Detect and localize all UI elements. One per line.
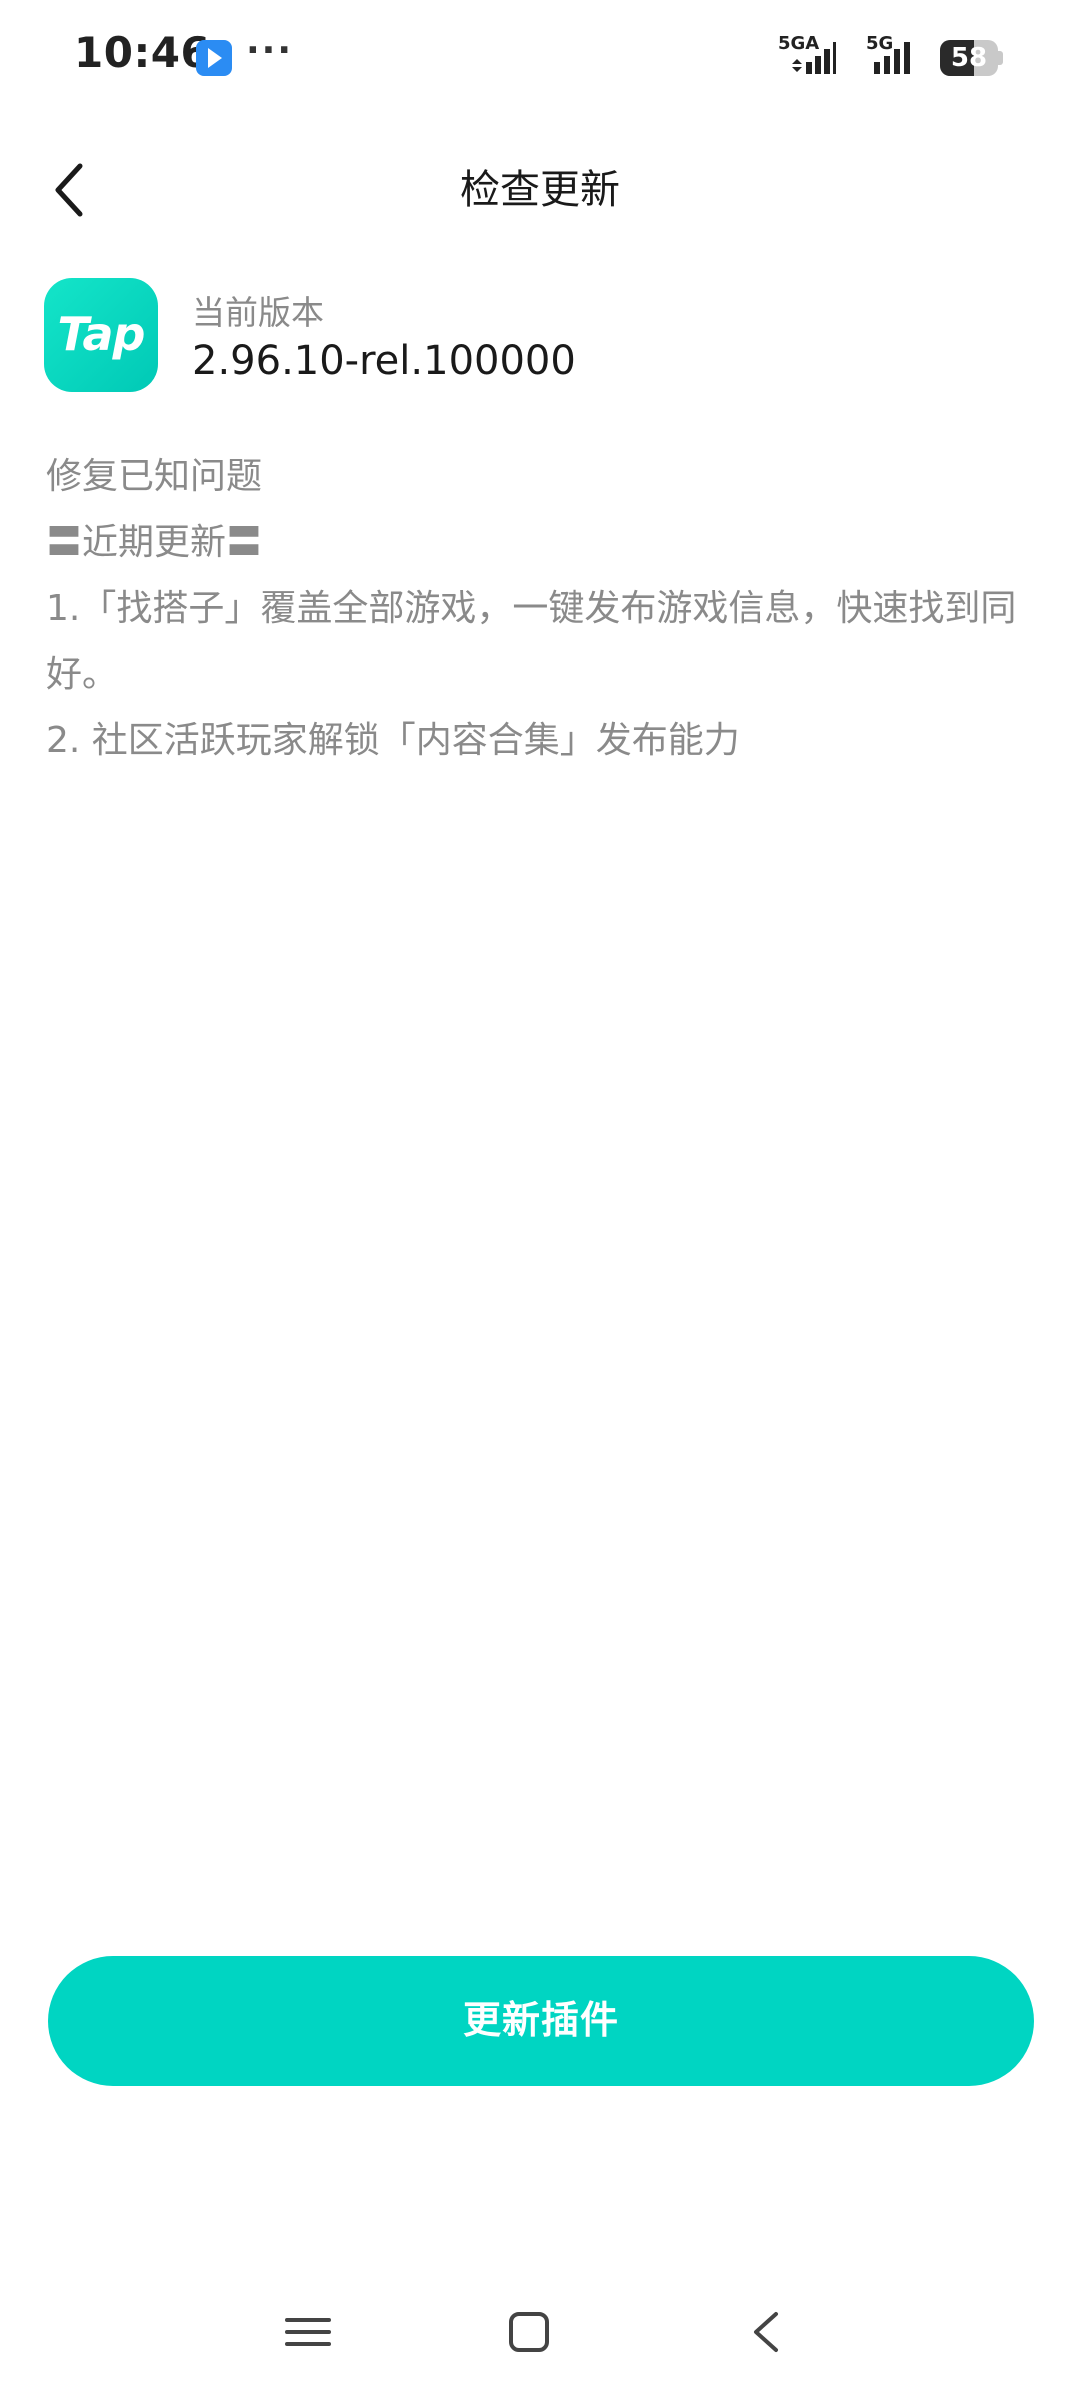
- update-plugin-button-label: 更新插件: [462, 2000, 619, 2042]
- release-note-line: 〓近期更新〓: [46, 522, 263, 563]
- battery-icon: 58: [940, 40, 1003, 76]
- page-title: 检查更新: [460, 167, 620, 213]
- current-version-label: 当前版本: [192, 293, 324, 332]
- current-version-value: 2.96.10-rel.100000: [192, 338, 576, 384]
- back-button[interactable]: [40, 152, 110, 228]
- battery-level-text: 58: [950, 43, 988, 73]
- more-notifications-icon: ···: [246, 30, 294, 71]
- chevron-left-icon: [55, 163, 83, 217]
- update-plugin-button[interactable]: 更新插件: [48, 1956, 1034, 2086]
- signal-strength-icon-1: [792, 42, 836, 74]
- status-time: 10:46: [74, 28, 211, 77]
- home-square-icon: [509, 2312, 549, 2352]
- app-notification-icon: [196, 40, 232, 76]
- menu-icon: [285, 2318, 331, 2346]
- release-note-line: 2. 社区活跃玩家解锁「内容合集」发布能力: [46, 720, 740, 761]
- tap-app-logo: Tap: [44, 278, 158, 392]
- header: 检查更新: [0, 130, 1080, 250]
- release-note-line: 修复已知问题: [46, 456, 263, 497]
- system-back-button[interactable]: [732, 2300, 802, 2364]
- recent-apps-button[interactable]: [273, 2300, 343, 2364]
- back-triangle-icon: [754, 2312, 778, 2352]
- home-button[interactable]: [494, 2300, 564, 2364]
- release-note-line: 1.「找搭子」覆盖全部游戏，一键发布游戏信息，快速找到同好。: [46, 588, 1017, 695]
- release-notes: 修复已知问题 〓近期更新〓 1.「找搭子」覆盖全部游戏，一键发布游戏信息，快速找…: [46, 444, 1046, 774]
- status-bar: 10:46 ··· 5GA 5G 58: [0, 0, 1080, 120]
- system-navigation-bar: [0, 2280, 1080, 2380]
- signal-strength-icon-2: [874, 42, 910, 74]
- app-logo-text: Tap: [57, 307, 146, 361]
